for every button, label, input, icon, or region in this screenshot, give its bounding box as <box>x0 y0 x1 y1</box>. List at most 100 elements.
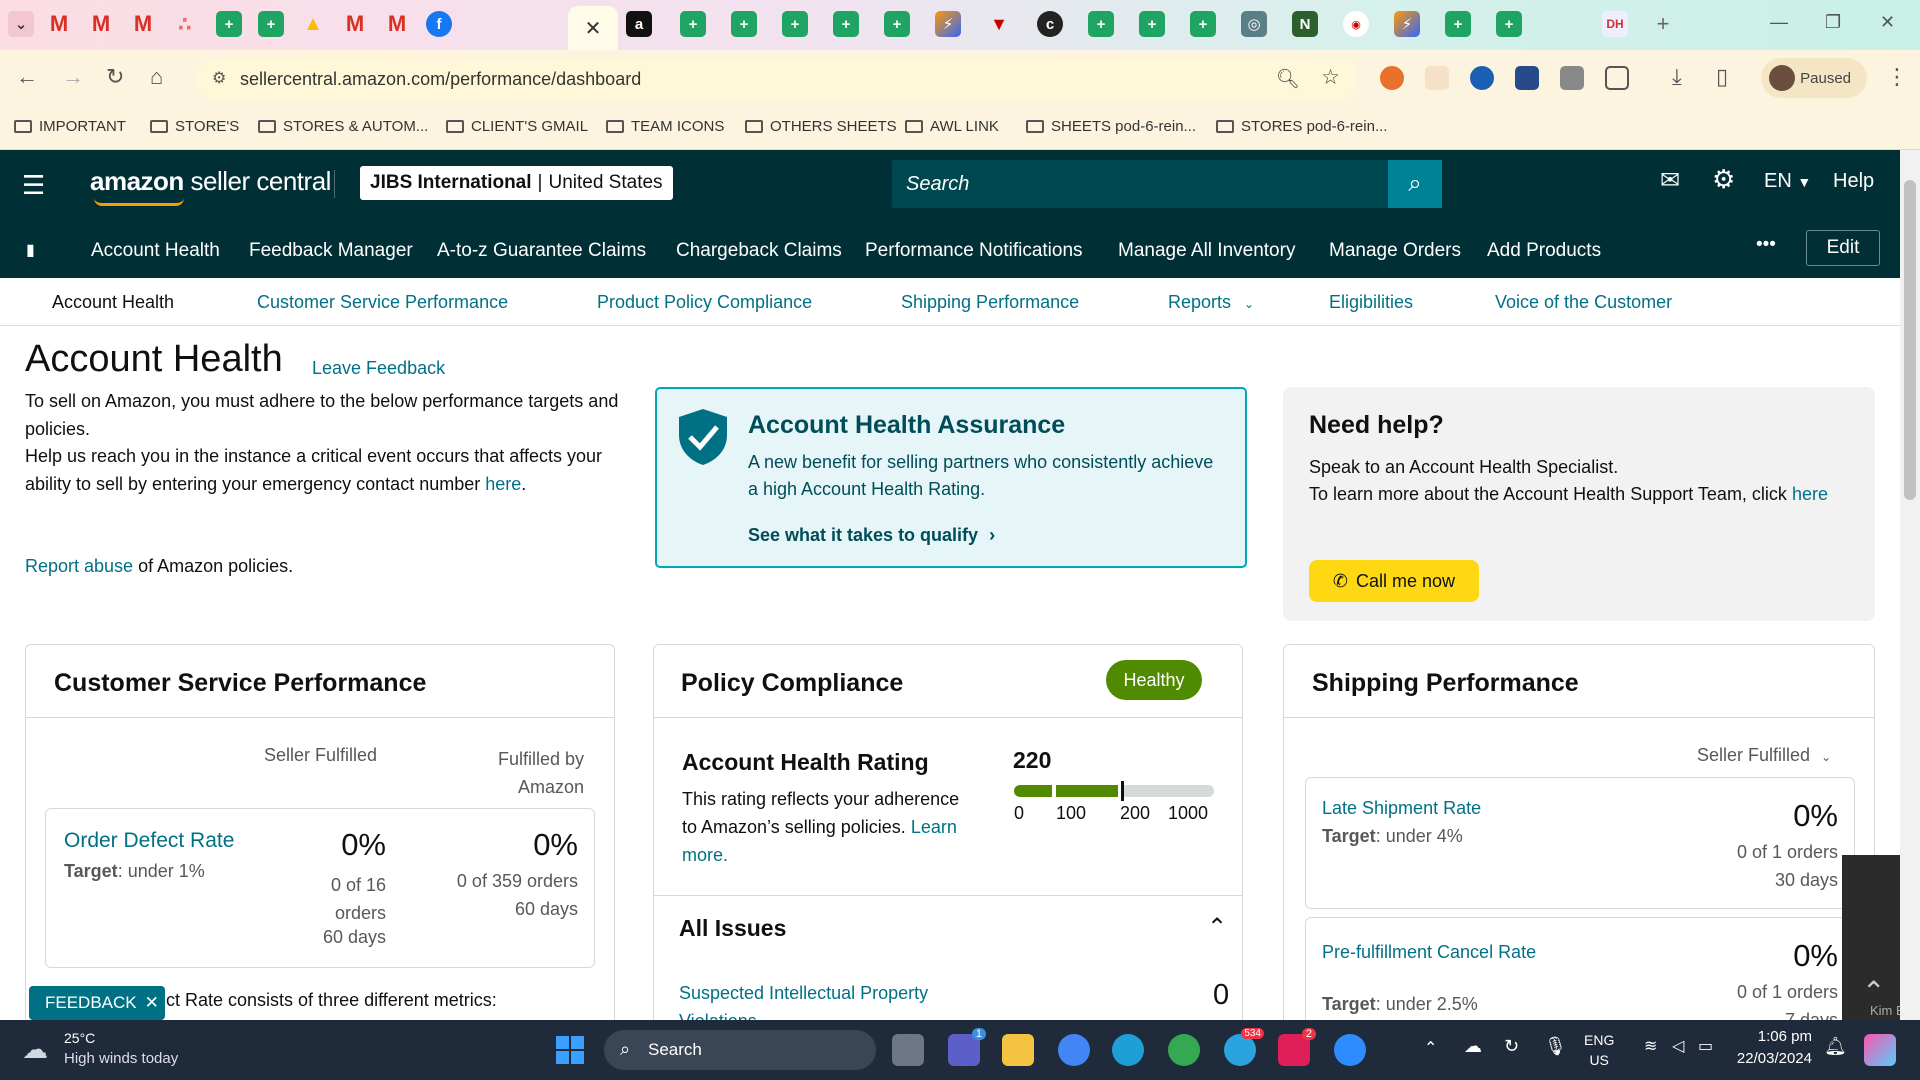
edit-nav-button[interactable]: Edit <box>1806 230 1880 266</box>
emergency-contact-link[interactable]: here <box>485 474 521 494</box>
weather-temp[interactable]: 25°C <box>64 1030 95 1046</box>
address-bar[interactable]: ⚙ sellercentral.amazon.com/performance/d… <box>196 58 1358 100</box>
copilot-icon[interactable] <box>1864 1034 1896 1066</box>
clock-date[interactable]: 22/03/2024 <box>1732 1050 1812 1067</box>
windows-start-icon[interactable] <box>556 1036 584 1064</box>
forward-icon[interactable]: → <box>62 64 84 90</box>
extensions-puzzle-icon[interactable] <box>1605 66 1629 90</box>
bookmark-folder[interactable]: IMPORTANT <box>14 118 126 135</box>
bookmark-folder[interactable]: STORES pod-6-rein... <box>1216 118 1387 135</box>
facebook-icon[interactable]: f <box>426 11 452 37</box>
battery-icon[interactable]: ▭ <box>1698 1036 1713 1056</box>
nav-item-manage-inventory[interactable]: Manage All Inventory <box>1118 240 1295 262</box>
nav-item-feedback-manager[interactable]: Feedback Manager <box>249 240 413 262</box>
app-icon[interactable]: ⚡ <box>1394 11 1420 37</box>
sheets-icon[interactable]: + <box>782 11 808 37</box>
slack-icon[interactable]: 2 <box>1278 1028 1316 1066</box>
leave-feedback-link[interactable]: Leave Feedback <box>312 358 445 379</box>
asana-icon[interactable]: ∴ <box>172 11 198 37</box>
fulfillment-filter-dropdown[interactable]: Seller Fulfilled ⌄ <box>1697 745 1831 766</box>
edge-icon[interactable] <box>1112 1034 1144 1066</box>
notification-bell-icon[interactable]: 🔔︎ <box>1824 1036 1847 1057</box>
language-selector[interactable]: EN ▼ <box>1764 170 1811 193</box>
page-scrollbar[interactable] <box>1900 150 1920 1020</box>
late-shipment-rate-link[interactable]: Late Shipment Rate <box>1322 798 1481 819</box>
chrome-icon[interactable] <box>1058 1034 1090 1066</box>
support-team-link[interactable]: here <box>1792 484 1828 504</box>
assurance-qualify-link[interactable]: See what it takes to qualify › <box>748 525 995 546</box>
app-icon[interactable]: ⚡ <box>935 11 961 37</box>
extension-icon[interactable] <box>1470 66 1494 90</box>
extension-icon[interactable] <box>1425 66 1449 90</box>
zoom-icon[interactable]: 🔍︎ <box>1276 67 1300 91</box>
gmail-icon[interactable]: M <box>130 11 156 37</box>
telegram-icon[interactable]: 534 <box>1224 1028 1264 1066</box>
bookmark-folder[interactable]: OTHERS SHEETS <box>745 118 897 135</box>
restore-icon[interactable]: ❐ <box>1825 12 1841 33</box>
gmail-icon[interactable]: M <box>384 11 410 37</box>
nav-item-account-health[interactable]: Account Health <box>91 240 220 262</box>
home-icon[interactable]: ⌂ <box>150 64 163 90</box>
amazon-icon[interactable]: a <box>626 11 652 37</box>
taskbar-search[interactable]: ⌕ Search <box>604 1030 876 1070</box>
bookmark-folder[interactable]: STORES & AUTOM... <box>258 118 428 135</box>
site-info-icon[interactable]: ⚙ <box>212 68 226 88</box>
clock-time[interactable]: 1:06 pm <box>1732 1028 1812 1045</box>
gmail-icon[interactable]: M <box>88 11 114 37</box>
chevron-up-icon[interactable]: ⌃ <box>1424 1038 1437 1058</box>
profile-button[interactable]: Paused <box>1761 58 1867 98</box>
teams-icon[interactable]: 1 <box>948 1028 986 1066</box>
order-defect-rate-link[interactable]: Order Defect Rate <box>64 829 234 853</box>
account-switcher[interactable]: JIBS International | United States <box>360 166 673 200</box>
back-icon[interactable]: ← <box>16 64 38 90</box>
gear-icon[interactable]: ⚙ <box>1712 164 1735 195</box>
app-icon[interactable]: c <box>1037 11 1063 37</box>
app-icon[interactable]: ▼ <box>986 11 1012 37</box>
seller-central-logo[interactable]: amazon seller central <box>90 166 331 206</box>
feedback-tab[interactable]: FEEDBACK ✕ <box>29 986 165 1020</box>
weather-text[interactable]: High winds today <box>64 1050 178 1067</box>
report-abuse-link[interactable]: Report abuse <box>25 556 133 576</box>
sheets-icon[interactable]: + <box>1088 11 1114 37</box>
browser-menu-icon[interactable]: ⋮ <box>1886 64 1908 90</box>
chevron-up-icon[interactable]: ⌃ <box>1207 913 1227 942</box>
extension-icon[interactable] <box>1515 66 1539 90</box>
search-button[interactable]: ⌕ <box>1388 160 1442 208</box>
subnav-reports[interactable]: Reports ⌄ <box>1168 292 1254 313</box>
microphone-icon[interactable]: 🎙︎ <box>1544 1036 1567 1057</box>
sheets-icon[interactable]: + <box>884 11 910 37</box>
tab-list-dropdown-icon[interactable]: ⌄ <box>8 11 34 37</box>
subnav-account-health[interactable]: Account Health <box>52 292 174 313</box>
wifi-icon[interactable]: ≋ <box>1644 1036 1657 1056</box>
help-link[interactable]: Help <box>1833 170 1874 193</box>
subnav-customer-service-performance[interactable]: Customer Service Performance <box>257 292 508 313</box>
pre-fulfillment-cancel-rate-link[interactable]: Pre-fulfillment Cancel Rate <box>1322 938 1542 966</box>
sheets-icon[interactable]: + <box>1139 11 1165 37</box>
sheets-icon[interactable]: + <box>1496 11 1522 37</box>
sheets-icon[interactable]: + <box>731 11 757 37</box>
nav-item-performance-notifications[interactable]: Performance Notifications <box>865 240 1083 262</box>
more-icon[interactable]: ••• <box>1756 234 1776 256</box>
sheets-icon[interactable]: + <box>216 11 242 37</box>
nav-item-chargeback-claims[interactable]: Chargeback Claims <box>676 240 842 262</box>
nav-item-atoz-claims[interactable]: A-to-z Guarantee Claims <box>437 240 646 262</box>
drive-icon[interactable]: ▲ <box>300 11 326 37</box>
gmail-icon[interactable]: M <box>46 11 72 37</box>
close-window-icon[interactable]: ✕ <box>1880 12 1895 33</box>
nav-item-manage-orders[interactable]: Manage Orders <box>1329 240 1461 262</box>
file-explorer-icon[interactable] <box>1002 1034 1034 1066</box>
sheets-icon[interactable]: + <box>258 11 284 37</box>
sync-icon[interactable]: ↻ <box>1504 1036 1519 1057</box>
active-tab-close-icon[interactable]: ✕ <box>568 6 618 50</box>
side-panel-icon[interactable]: ▯ <box>1716 64 1728 90</box>
app-icon[interactable]: N <box>1292 11 1318 37</box>
volume-icon[interactable]: ◁ <box>1672 1036 1684 1056</box>
zoom-icon[interactable] <box>1334 1034 1366 1066</box>
input-language[interactable]: ENG US <box>1584 1030 1614 1070</box>
search-input[interactable]: Search <box>892 160 1442 208</box>
hamburger-menu-icon[interactable]: ☰ <box>22 170 45 201</box>
app-icon[interactable]: ◎ <box>1241 11 1267 37</box>
close-icon[interactable]: ✕ <box>145 993 159 1013</box>
call-me-now-button[interactable]: ✆ Call me now <box>1309 560 1479 602</box>
bookmark-folder[interactable]: CLIENT'S GMAIL <box>446 118 588 135</box>
